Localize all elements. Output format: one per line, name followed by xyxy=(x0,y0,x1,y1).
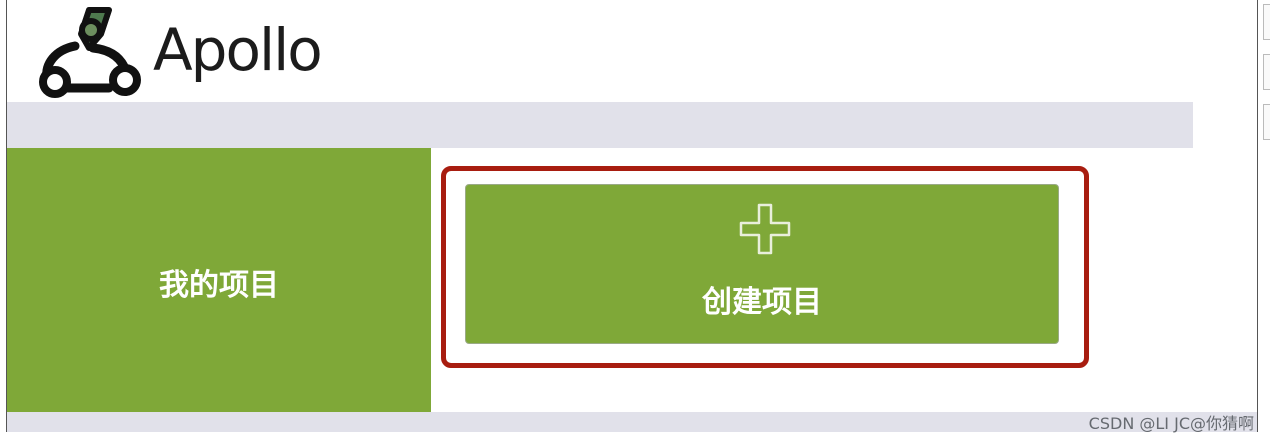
watermark: CSDN @LI JC@你猜啊 xyxy=(1088,414,1254,433)
logo[interactable]: Apollo xyxy=(31,4,323,100)
apollo-logo-icon xyxy=(39,7,141,98)
side-button-3[interactable] xyxy=(1263,104,1270,140)
bottom-band xyxy=(7,412,1257,432)
app-frame: Apollo 我的项目 创建项目 xyxy=(6,0,1258,432)
my-projects-label: 我的项目 xyxy=(159,268,279,303)
nav-bar xyxy=(7,102,1193,148)
side-controls xyxy=(1263,4,1270,154)
side-button-1[interactable] xyxy=(1263,4,1270,40)
create-project-label: 创建项目 xyxy=(702,285,822,320)
side-button-2[interactable] xyxy=(1263,54,1270,90)
my-projects-panel: 我的项目 xyxy=(7,148,431,412)
plus-icon xyxy=(739,203,791,255)
create-project-button[interactable]: 创建项目 xyxy=(465,184,1059,344)
brand-name: Apollo xyxy=(153,16,323,84)
